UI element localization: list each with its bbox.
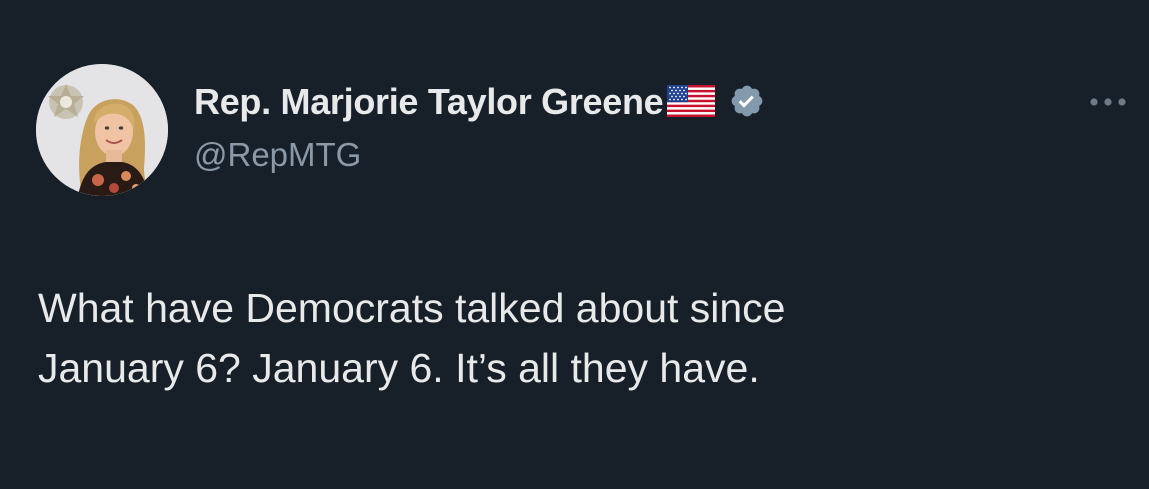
more-options-icon xyxy=(1090,98,1126,106)
avatar-image xyxy=(36,64,168,196)
display-name[interactable]: Rep. Marjorie Taylor Greene xyxy=(194,81,664,123)
handle[interactable]: @RepMTG xyxy=(194,136,361,174)
tweet-text: What have Democrats talked about since J… xyxy=(38,285,786,391)
tweet-card: Rep. Marjorie Taylor Greene @RepMTG What… xyxy=(0,0,1149,489)
us-flag-icon xyxy=(667,84,716,122)
avatar[interactable] xyxy=(36,64,168,196)
verified-badge-icon[interactable] xyxy=(729,83,765,124)
more-options-button[interactable] xyxy=(1084,88,1132,116)
name-row: Rep. Marjorie Taylor Greene xyxy=(194,80,765,124)
